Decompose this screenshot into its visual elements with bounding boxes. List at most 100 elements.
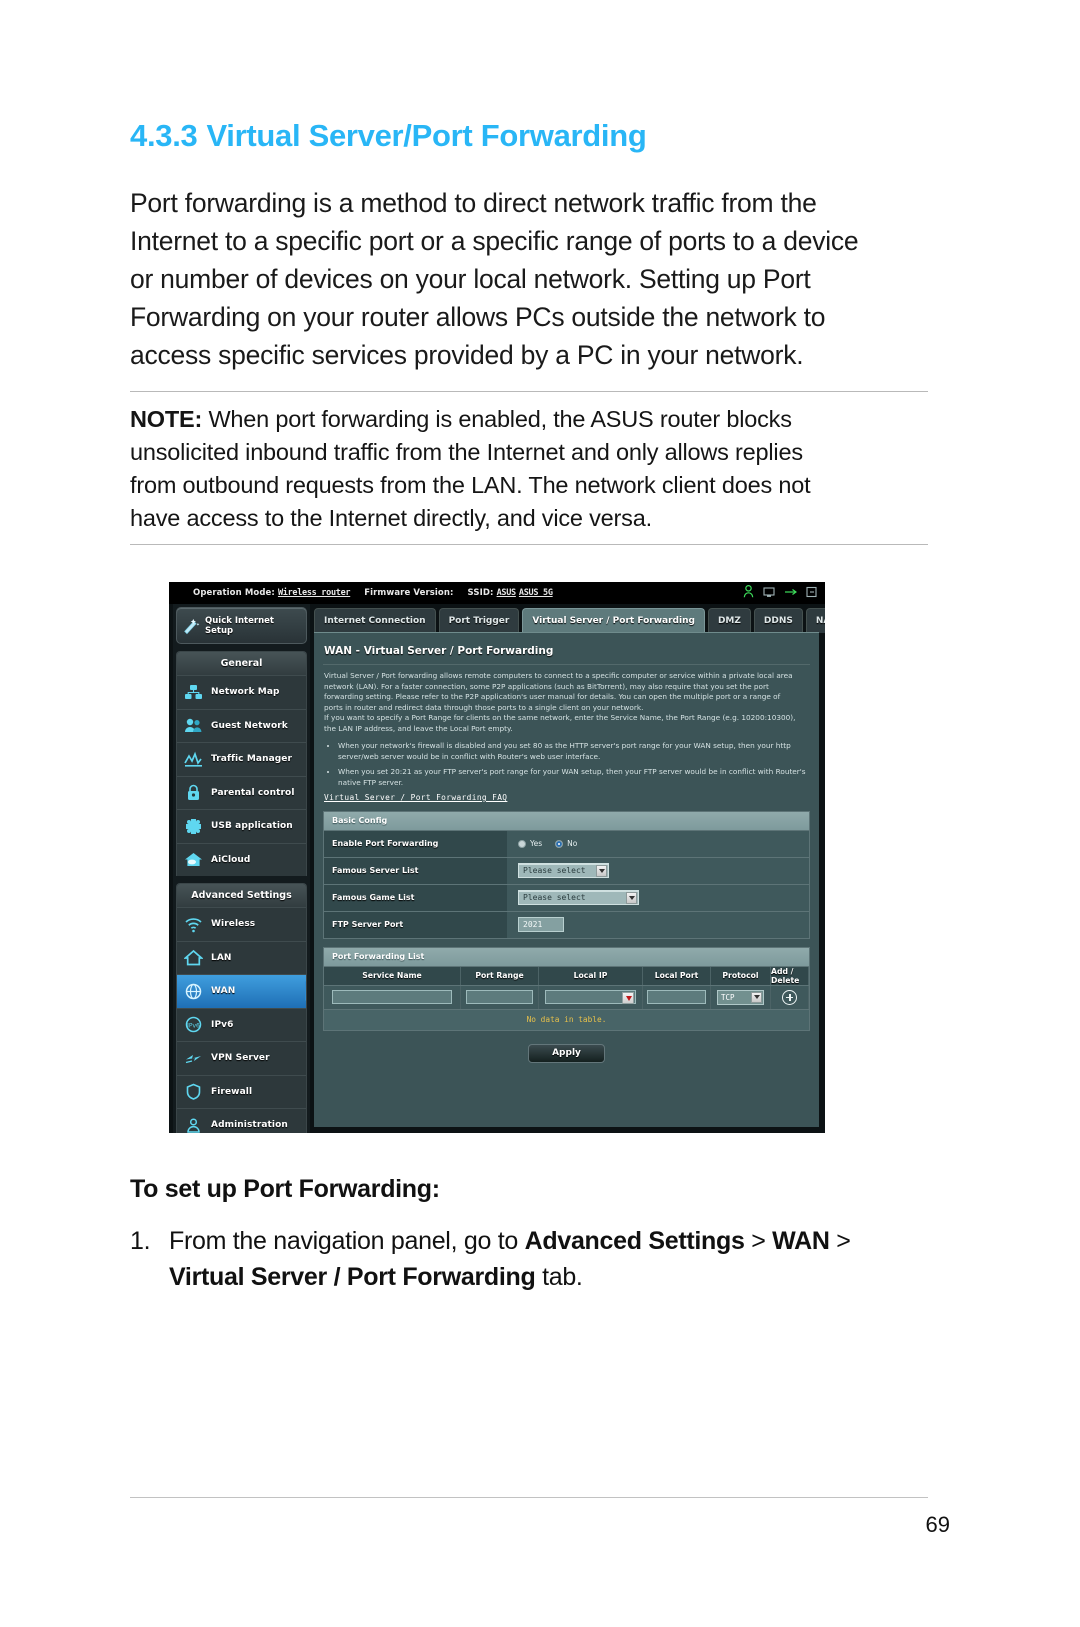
row-label: FTP Server Port: [324, 911, 507, 938]
globe-icon: [184, 982, 203, 1001]
monitor-icon[interactable]: [763, 586, 775, 598]
note-text: NOTE: When port forwarding is enabled, t…: [130, 392, 928, 544]
sidebar-label: IPv6: [211, 1019, 234, 1030]
local-port-input[interactable]: [647, 990, 706, 1004]
nav-group-advanced: Advanced Settings Wireless LAN WAN IPv6 …: [176, 883, 307, 1133]
lock-icon: [184, 783, 203, 802]
step-line: From the navigation panel, go to Advance…: [169, 1227, 851, 1255]
select-value: Please select: [523, 893, 586, 902]
protocol-value: TCP: [721, 992, 735, 1002]
manual-page: 4.3.3 Virtual Server/Port Forwarding Port…: [0, 0, 1080, 1627]
document-content: 4.3.3 Virtual Server/Port Forwarding Port…: [130, 118, 928, 545]
note-line: have access to the Internet directly, an…: [130, 505, 652, 531]
tab-virtual-server-port-forwarding[interactable]: Virtual Server / Port Forwarding: [522, 608, 705, 633]
shield-icon: [184, 1082, 203, 1101]
sidebar-item-usb-application[interactable]: USB application: [177, 809, 306, 843]
intro-line: or number of devices on your local netwo…: [130, 264, 811, 294]
sidebar-item-network-map[interactable]: Network Map: [177, 675, 306, 709]
sidebar-label: Wireless: [211, 919, 256, 930]
faq-link[interactable]: Virtual Server / Port Forwarding FAQ: [324, 793, 809, 804]
protocol-select[interactable]: TCP: [717, 989, 764, 1005]
apply-bar: Apply: [314, 1043, 819, 1063]
user-icon[interactable]: [743, 585, 754, 598]
cell-local-ip: [539, 985, 643, 1009]
link-icon[interactable]: [784, 586, 797, 598]
ssid-value-5g: ASUS_5G: [518, 588, 553, 598]
ipv6-icon: IPv6: [184, 1015, 203, 1034]
add-entry-icon[interactable]: [782, 989, 797, 1005]
port-range-input[interactable]: [465, 990, 534, 1004]
sidebar-item-ipv6[interactable]: IPv6 IPv6: [177, 1007, 306, 1041]
local-ip-input[interactable]: [545, 990, 636, 1004]
cell-local-port: [643, 985, 711, 1009]
note-line: When port forwarding is enabled, the ASU…: [202, 406, 792, 432]
sidebar-item-wireless[interactable]: Wireless: [177, 907, 306, 941]
tab-internet-connection[interactable]: Internet Connection: [314, 608, 436, 633]
famous-server-list-select[interactable]: Please select: [518, 863, 609, 878]
chevron-down-icon: [626, 892, 637, 904]
ssid-group: SSID: ASUS ASUS_5G: [467, 588, 553, 598]
sidebar-item-aicloud[interactable]: AiCloud: [177, 842, 306, 876]
instructions-heading: To set up Port Forwarding:: [130, 1175, 440, 1203]
page-number: 69: [925, 1512, 950, 1537]
sidebar-item-wan[interactable]: WAN: [177, 974, 306, 1008]
sidebar-label: Guest Network: [211, 720, 288, 731]
column-port-range: Port Range: [461, 966, 539, 985]
column-local-port: Local Port: [643, 966, 711, 985]
sidebar-item-firewall[interactable]: Firewall: [177, 1074, 306, 1108]
basic-config-table: Basic Config Enable Port Forwarding Yes: [323, 810, 810, 939]
sidebar-label: VPN Server: [211, 1053, 270, 1064]
radio-label: Yes: [530, 839, 543, 848]
logout-icon[interactable]: [806, 586, 817, 598]
step-line: Virtual Server / Port Forwarding tab.: [169, 1263, 583, 1291]
sidebar-item-parental-control[interactable]: Parental control: [177, 775, 306, 809]
intro-paragraph: Port forwarding is a method to direct ne…: [130, 184, 928, 374]
note-bottom-rule: [130, 544, 928, 545]
sidebar-item-guest-network[interactable]: Guest Network: [177, 708, 306, 742]
sidebar-label: Network Map: [211, 687, 280, 698]
desc-line: forwarding setting. Please refer to the …: [324, 692, 781, 701]
famous-game-list-select[interactable]: Please select: [518, 890, 639, 905]
radio-no[interactable]: No: [555, 839, 577, 848]
service-name-input[interactable]: [332, 990, 452, 1004]
apply-button[interactable]: Apply: [528, 1043, 605, 1063]
svg-text:IPv6: IPv6: [187, 1023, 200, 1030]
sidebar-item-lan[interactable]: LAN: [177, 940, 306, 974]
cell-service-name: [324, 985, 461, 1009]
desc-line: Virtual Server / Port forwarding allows …: [324, 671, 793, 680]
instruction-step: 1. From the navigation panel, go to Adva…: [130, 1223, 928, 1295]
tab-nat-passthrough[interactable]: NAT Passthrough: [805, 608, 825, 633]
chevron-down-icon: [625, 996, 632, 1001]
radio-yes[interactable]: Yes: [518, 839, 542, 848]
quick-internet-setup-button[interactable]: Quick Internet Setup: [176, 607, 307, 644]
nav-header-advanced: Advanced Settings: [177, 884, 306, 907]
port-forwarding-list-header: Port Forwarding List: [324, 947, 809, 966]
sidebar-item-vpn-server[interactable]: VPN Server: [177, 1041, 306, 1075]
chevron-down-icon: [751, 991, 762, 1003]
wireless-icon: [184, 915, 203, 934]
row-label: Famous Server List: [324, 857, 507, 884]
table-row: TCP: [324, 984, 809, 1009]
firmware-version-label: Firmware Version:: [364, 588, 454, 598]
ftp-server-port-input[interactable]: 2021: [518, 917, 564, 932]
column-protocol: Protocol: [711, 966, 771, 985]
topbar-icon-group: [743, 585, 817, 598]
instructions-block: To set up Port Forwarding: 1. From the n…: [130, 1175, 928, 1295]
vpn-server-icon: [184, 1049, 203, 1068]
chevron-down-icon: [596, 865, 607, 877]
tab-ddns[interactable]: DDNS: [753, 608, 803, 633]
sidebar-item-administration[interactable]: Administration: [177, 1108, 306, 1133]
panel-body: WAN - Virtual Server / Port Forwarding V…: [314, 632, 819, 1127]
sidebar-item-traffic-manager[interactable]: Traffic Manager: [177, 742, 306, 776]
note-line: unsolicited inbound traffic from the Int…: [130, 439, 803, 465]
row-famous-game-list: Famous Game List Please select: [324, 883, 809, 911]
nav-header-general: General: [177, 652, 306, 675]
navigation-panel: Quick Internet Setup General Network Map: [173, 604, 310, 1133]
row-value: Please select: [507, 884, 809, 911]
router-main-panel: Internet Connection Port Trigger Virtual…: [310, 604, 825, 1133]
tab-port-trigger[interactable]: Port Trigger: [438, 608, 520, 633]
tab-dmz[interactable]: DMZ: [707, 608, 751, 633]
radio-label: No: [567, 839, 578, 848]
bullet-item: When you set 20:21 as your FTP server's …: [338, 767, 809, 788]
select-value: Please select: [523, 866, 586, 875]
